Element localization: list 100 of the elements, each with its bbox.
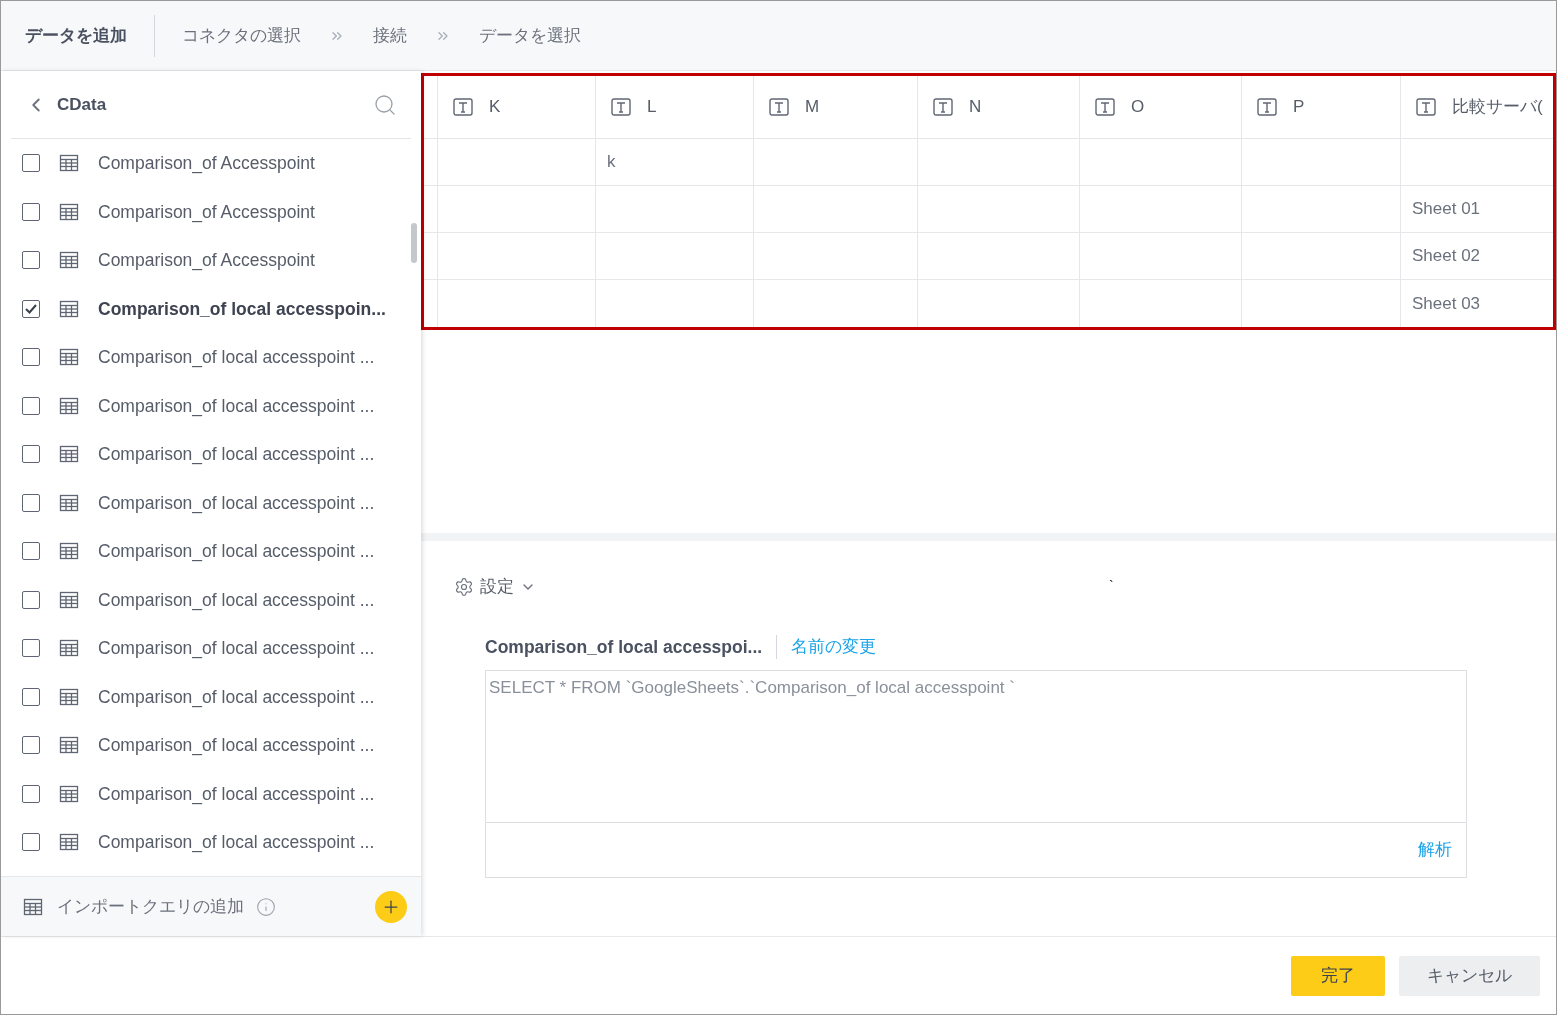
table-icon: [59, 299, 79, 318]
checkbox[interactable]: [22, 736, 40, 755]
table-list-item[interactable]: Comparison_of local accesspoint ...: [1, 818, 421, 867]
table-cell-text: Sheet 02: [1412, 245, 1481, 268]
query-text: SELECT * FROM `GoogleSheets`.`Comparison_of local accesspoint `: [489, 677, 1015, 697]
checkbox[interactable]: [22, 833, 40, 852]
table-list-item[interactable]: Comparison_of local accesspoint ...: [1, 721, 421, 770]
column-header[interactable]: O: [1080, 76, 1242, 138]
table-name: Comparison_of local accesspoint ...: [98, 831, 375, 855]
column-header[interactable]: K: [438, 76, 596, 138]
table-name: Comparison_of local accesspoint ...: [98, 443, 375, 467]
table-name: Comparison_of local accesspoint ...: [98, 685, 375, 710]
checkbox[interactable]: [22, 251, 40, 270]
table-icon: [59, 348, 79, 367]
table-list-item[interactable]: Comparison_of local accesspoint ...: [1, 624, 421, 673]
table-icon: [59, 687, 79, 706]
settings-toggle[interactable]: 設定: [480, 574, 514, 600]
table-name: Comparison_of local accesspoin...: [98, 297, 386, 321]
checkbox[interactable]: [22, 687, 40, 706]
table-list-item[interactable]: Comparison_of Accesspoint: [1, 187, 421, 236]
text-type-icon: [611, 98, 631, 116]
search-icon[interactable]: [373, 92, 397, 117]
table-icon: [59, 445, 79, 464]
text-type-icon: [933, 98, 953, 116]
cancel-button[interactable]: キャンセル: [1399, 955, 1540, 996]
column-name: L: [647, 96, 657, 119]
column-name: O: [1131, 96, 1145, 119]
table-name: Comparison_of Accesspoint: [98, 152, 315, 176]
add-button[interactable]: [375, 890, 407, 923]
breadcrumb-step[interactable]: コネクタの選択: [182, 22, 301, 49]
table-cell-text: Sheet 01: [1412, 198, 1481, 221]
stray-mark: `: [1109, 577, 1114, 597]
checkbox[interactable]: [22, 445, 40, 464]
text-type-icon: [1257, 98, 1277, 116]
text-type-icon: [453, 98, 473, 116]
column-name: N: [969, 96, 982, 119]
table-list-item[interactable]: Comparison_of local accesspoint ...: [1, 430, 421, 479]
table-name: Comparison_of local accesspoint ...: [98, 540, 375, 564]
table-list-item[interactable]: Comparison_of local accesspoint ...: [1, 769, 421, 818]
table-list-item[interactable]: Comparison_of local accesspoint ...: [1, 575, 421, 624]
table-cell-text: Sheet 03: [1412, 292, 1481, 315]
checkbox[interactable]: [22, 396, 40, 415]
table-icon: [59, 154, 79, 173]
table-name: Comparison_of local accesspoint ...: [98, 782, 375, 807]
column-header[interactable]: N: [918, 76, 1080, 138]
checkbox[interactable]: [22, 784, 40, 803]
table-list-item[interactable]: Comparison_of local accesspoint ...: [1, 333, 421, 382]
text-type-icon: [1095, 98, 1115, 116]
table-icon: [59, 736, 79, 755]
checkmark-icon: [25, 303, 37, 314]
column-name: M: [805, 96, 820, 119]
table-icon: [59, 833, 79, 852]
table-name: Comparison_of Accesspoint: [98, 200, 315, 225]
table-icon: [59, 493, 79, 512]
table-list-item[interactable]: Comparison_of local accesspoint ...: [1, 381, 421, 430]
column-header[interactable]: 比較サーバ(: [1401, 76, 1553, 138]
text-type-icon: [1416, 98, 1436, 116]
table-icon: [59, 639, 79, 658]
checkbox[interactable]: [22, 348, 40, 367]
breadcrumb-step[interactable]: 接続: [373, 22, 407, 49]
column-name: 比較サーバ(: [1452, 96, 1543, 119]
breadcrumb-step[interactable]: データを選択: [479, 22, 581, 49]
checkbox[interactable]: [22, 542, 40, 561]
column-header[interactable]: M: [754, 76, 918, 138]
table-name: Comparison_of local accesspoint ...: [98, 491, 375, 516]
column-header[interactable]: L: [596, 76, 754, 138]
text-type-icon: [769, 98, 789, 116]
table-list-item[interactable]: Comparison_of local accesspoin...: [1, 284, 421, 333]
table-name: Comparison_of local accesspoint ...: [98, 394, 375, 419]
add-import-query-label: インポートクエリの追加: [57, 895, 244, 918]
table-list-item[interactable]: Comparison_of local accesspoint ...: [1, 527, 421, 576]
table-name: Comparison_of local accesspoint ...: [98, 588, 375, 613]
checkbox[interactable]: [22, 154, 40, 173]
checkbox[interactable]: [22, 202, 40, 221]
column-header[interactable]: P: [1242, 76, 1401, 138]
table-name: Comparison_of Accesspoint: [98, 249, 315, 273]
query-name: Comparison_of local accesspoi...: [485, 635, 763, 659]
checkbox[interactable]: [22, 299, 40, 318]
checkbox[interactable]: [22, 639, 40, 658]
column-name: K: [489, 96, 501, 119]
done-button[interactable]: 完了: [1291, 955, 1385, 996]
table-icon: [59, 784, 79, 803]
table-list-item[interactable]: Comparison_of local accesspoint ...: [1, 478, 421, 527]
table-icon: [59, 590, 79, 609]
scrollbar-thumb[interactable]: [411, 223, 417, 263]
table-icon: [59, 202, 79, 221]
table-icon: [59, 396, 79, 415]
table-list-item[interactable]: Comparison_of local accesspoint ...: [1, 672, 421, 721]
table-icon: [59, 542, 79, 561]
column-name: P: [1293, 96, 1305, 119]
checkbox[interactable]: [22, 590, 40, 609]
table-list-item[interactable]: Comparison_of Accesspoint: [1, 139, 421, 188]
settings-icon[interactable]: [454, 576, 474, 597]
dialog-title: データを追加: [24, 24, 128, 47]
table-list-item[interactable]: Comparison_of Accesspoint: [1, 236, 421, 285]
table-name: Comparison_of local accesspoint ...: [98, 734, 375, 758]
table-name: Comparison_of local accesspoint ...: [98, 637, 375, 661]
table-cell-text: k: [607, 151, 616, 174]
table-icon: [59, 251, 79, 270]
checkbox[interactable]: [22, 493, 40, 512]
